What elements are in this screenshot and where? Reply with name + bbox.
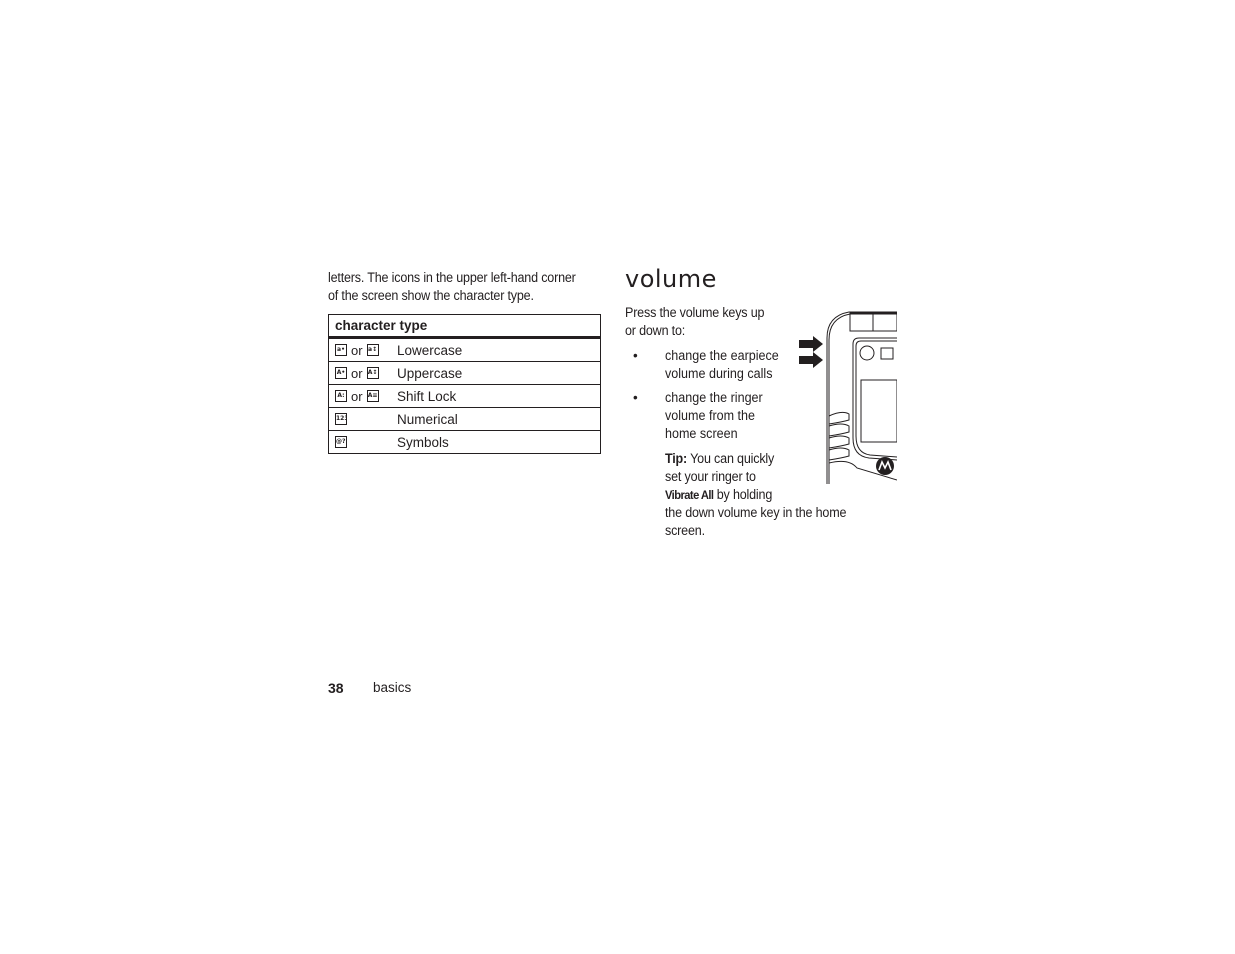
symbols-icon: @?! <box>335 436 347 448</box>
bullet-icon: • <box>633 390 638 405</box>
row-label: Numerical <box>397 411 458 427</box>
lowercase-icon: a• <box>335 344 347 356</box>
arrow-right-icon <box>799 336 823 352</box>
intro-line-1: letters. The icons in the upper left-han… <box>328 270 576 285</box>
shift-lock-predictive-icon: A≡ <box>366 390 379 402</box>
table-row-symbols: @?! Symbols <box>329 430 600 453</box>
row-label: Shift Lock <box>397 388 457 404</box>
tip-text: screen. <box>665 523 705 538</box>
bullet-line: volume during calls <box>665 366 773 381</box>
table-row-shift-lock: A: or A≡ Shift Lock <box>329 384 600 407</box>
tip-label: Tip: <box>665 451 688 466</box>
row-label: Symbols <box>397 434 449 450</box>
tip-text: by holding <box>713 487 773 502</box>
bullet-line: change the ringer <box>665 390 763 405</box>
or-text: or <box>351 365 363 381</box>
or-text: or <box>351 388 363 404</box>
table-row-uppercase: A• or A↕ Uppercase <box>329 361 600 384</box>
row-label: Lowercase <box>397 342 463 358</box>
phone-volume-keys-illustration <box>799 311 897 484</box>
uppercase-icon: A• <box>335 367 347 379</box>
intro-paragraph: letters. The icons in the upper left-han… <box>328 269 598 305</box>
numerical-icon: 123 <box>335 413 347 425</box>
lead-paragraph: Press the volume keys up or down to: <box>625 304 783 340</box>
bullet-line: home screen <box>665 426 738 441</box>
table-row-lowercase: a• or a↕ Lowercase <box>329 338 600 361</box>
tip-text: the down volume key in the home <box>665 505 847 520</box>
motorola-logo-icon <box>876 457 894 475</box>
intro-line-2: of the screen show the character type. <box>328 288 534 303</box>
phone-screen <box>860 379 897 443</box>
arrow-right-icon <box>799 352 823 368</box>
bullet-line: change the earpiece <box>665 348 779 363</box>
table-row-numerical: 123 Numerical <box>329 407 600 430</box>
lowercase-predictive-icon: a↕ <box>366 344 379 356</box>
tip-text: You can quickly <box>687 451 775 466</box>
character-type-table: character type a• or a↕ Lowercase A• or … <box>328 314 601 454</box>
bullet-icon: • <box>633 348 638 363</box>
or-text: or <box>351 342 363 358</box>
vibrate-all-setting: Vibrate All <box>665 488 714 502</box>
lead-line-1: Press the volume keys up <box>625 305 765 320</box>
page-number: 38 <box>328 680 344 696</box>
section-title: volume <box>625 265 717 293</box>
shift-lock-icon: A: <box>335 390 347 402</box>
row-label: Uppercase <box>397 365 463 381</box>
uppercase-predictive-icon: A↕ <box>366 367 379 379</box>
table-header: character type <box>329 315 600 338</box>
phone-camera <box>859 345 875 361</box>
section-name: basics <box>373 680 412 695</box>
lead-line-2: or down to: <box>625 323 686 338</box>
bullet-line: volume from the <box>665 408 756 423</box>
